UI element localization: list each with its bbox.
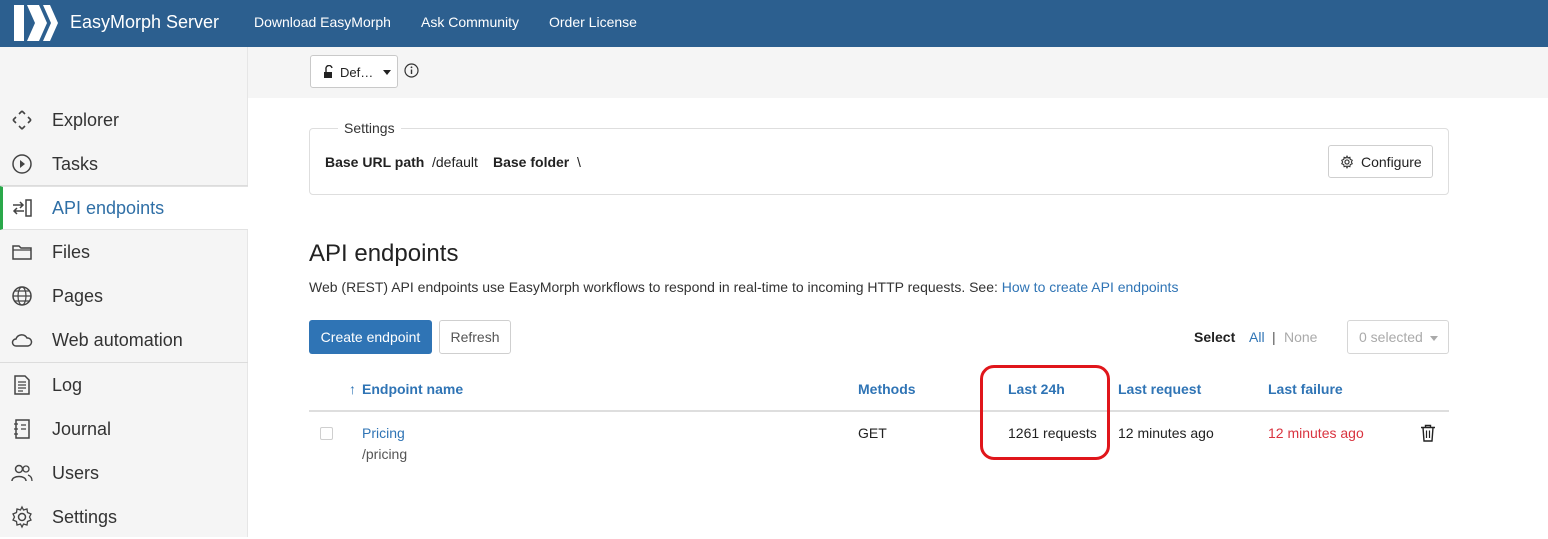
base-folder-label: Base folder: [493, 154, 570, 170]
cloud-icon: [11, 334, 33, 347]
selected-actions-dropdown[interactable]: 0 selected: [1347, 320, 1449, 354]
settings-panel: Settings Base URL path /default Base fol…: [309, 120, 1449, 195]
base-url-value: /default: [432, 154, 478, 170]
endpoint-last-request: 12 minutes ago: [1118, 425, 1214, 441]
endpoint-name-link[interactable]: Pricing: [362, 425, 405, 441]
nav-order-license[interactable]: Order License: [549, 14, 637, 30]
sidebar-item-settings[interactable]: Settings: [0, 495, 248, 539]
nav-ask-community[interactable]: Ask Community: [421, 14, 519, 30]
sidebar-item-log[interactable]: Log: [0, 363, 248, 407]
base-url-label: Base URL path: [325, 154, 425, 170]
column-last-request[interactable]: Last request: [1118, 381, 1201, 397]
sort-arrow-icon: ↑: [349, 381, 356, 397]
endpoint-last-24h: 1261 requests: [1008, 425, 1097, 441]
sidebar-item-label: Log: [52, 374, 83, 395]
sidebar-item-label: Web automation: [52, 329, 183, 350]
nav-download-easymorph[interactable]: Download EasyMorph: [254, 14, 391, 30]
lock-open-icon: [324, 65, 333, 78]
sidebar-item-label: Tasks: [52, 153, 99, 174]
refresh-button[interactable]: Refresh: [439, 320, 511, 354]
page-title: API endpoints: [309, 240, 459, 267]
endpoint-last-failure: 12 minutes ago: [1268, 425, 1364, 441]
select-none-link[interactable]: None: [1284, 329, 1317, 345]
column-last-24h[interactable]: Last 24h: [1008, 381, 1065, 397]
caret-down-icon: [383, 70, 391, 75]
api-arrows-icon: [12, 199, 32, 217]
workspace-selector[interactable]: Def…: [310, 55, 398, 88]
sidebar-item-journal[interactable]: Journal: [0, 407, 248, 451]
sidebar-item-label: Pages: [52, 285, 104, 306]
column-methods[interactable]: Methods: [858, 381, 916, 397]
base-folder-value: \: [577, 154, 581, 170]
trash-icon[interactable]: [1420, 424, 1436, 442]
sidebar-item-tasks[interactable]: Tasks: [0, 142, 248, 186]
gear-icon: [12, 505, 32, 529]
info-icon[interactable]: [404, 63, 419, 78]
endpoint-path: /pricing: [362, 446, 408, 462]
log-document-icon: [14, 375, 30, 395]
sidebar-item-pages[interactable]: Pages: [0, 274, 248, 318]
caret-down-icon: [1430, 336, 1438, 341]
users-icon: [11, 464, 33, 482]
sidebar-item-users[interactable]: Users: [0, 451, 248, 495]
play-circle-icon: [12, 154, 32, 174]
row-checkbox[interactable]: [320, 427, 333, 440]
sidebar-item-web-automation[interactable]: Web automation: [0, 318, 248, 362]
select-separator: |: [1272, 329, 1276, 345]
annotation-highlight: [980, 365, 1110, 460]
sidebar-item-files[interactable]: Files: [0, 230, 248, 274]
easymorph-logo-icon[interactable]: [12, 2, 60, 44]
brand-title[interactable]: EasyMorph Server: [70, 12, 219, 33]
table-header-divider: [309, 410, 1449, 412]
select-all-link[interactable]: All: [1249, 329, 1265, 345]
sidebar-item-label: Explorer: [52, 109, 120, 130]
sidebar-item-label: Settings: [52, 506, 118, 527]
sidebar-item-api-endpoints[interactable]: API endpoints: [0, 186, 248, 230]
workspace-label: Def…: [340, 65, 374, 80]
folder-icon: [12, 245, 32, 260]
column-endpoint-name[interactable]: Endpoint name: [362, 381, 463, 397]
sidebar-item-label: Files: [52, 241, 91, 262]
sidebar-item-label: Journal: [52, 418, 112, 439]
description-text: Web (REST) API endpoints use EasyMorph w…: [309, 279, 1002, 295]
page-description: Web (REST) API endpoints use EasyMorph w…: [309, 279, 1178, 295]
gear-icon: [1341, 155, 1353, 169]
endpoint-methods: GET: [858, 425, 887, 441]
configure-button[interactable]: Configure: [1328, 145, 1433, 178]
explorer-icon: [12, 110, 32, 130]
top-navbar: EasyMorph Server Download EasyMorph Ask …: [0, 0, 1548, 47]
sidebar-item-label: Users: [52, 462, 100, 483]
column-last-failure[interactable]: Last failure: [1268, 381, 1343, 397]
sidebar: Explorer Tasks API endpoints Files Pages: [0, 47, 248, 537]
journal-notebook-icon: [14, 419, 30, 439]
globe-icon: [12, 286, 32, 306]
how-to-create-link[interactable]: How to create API endpoints: [1002, 279, 1179, 295]
settings-legend: Settings: [338, 120, 401, 136]
sidebar-item-explorer[interactable]: Explorer: [0, 98, 248, 142]
selected-count: 0 selected: [1359, 329, 1423, 345]
create-endpoint-button[interactable]: Create endpoint: [309, 320, 432, 354]
select-label: Select: [1194, 329, 1236, 345]
workspace-bar: Def…: [248, 47, 1548, 98]
sidebar-item-label: API endpoints: [52, 197, 165, 218]
configure-label: Configure: [1361, 154, 1422, 170]
